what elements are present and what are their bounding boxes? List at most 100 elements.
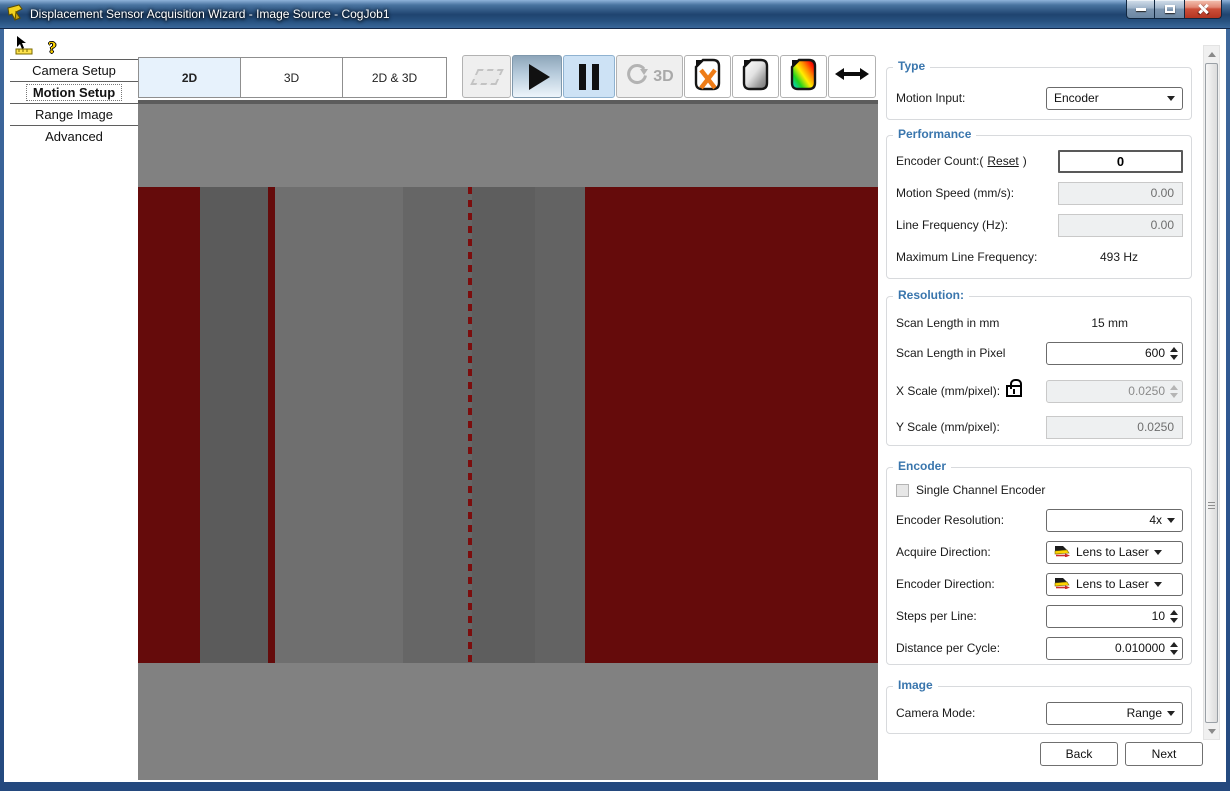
motion-input-label: Motion Input: bbox=[896, 91, 965, 105]
window-controls bbox=[1126, 0, 1222, 19]
image-stripe bbox=[138, 187, 200, 663]
window-content: ? Camera Setup Motion Setup Range Image … bbox=[4, 29, 1226, 782]
sidebar-item-camera-setup[interactable]: Camera Setup bbox=[10, 59, 138, 81]
maximize-button[interactable] bbox=[1155, 0, 1184, 19]
play-icon bbox=[529, 64, 550, 90]
encoder-group: Encoder Single Channel Encoder Encoder R… bbox=[886, 467, 1192, 665]
performance-group-heading: Performance bbox=[893, 127, 976, 141]
motion-speed-label: Motion Speed (mm/s): bbox=[896, 186, 1014, 200]
image-stripe bbox=[472, 187, 535, 663]
viewport-bottom-band bbox=[138, 663, 878, 780]
y-scale-label: Y Scale (mm/pixel): bbox=[896, 420, 1000, 434]
tab-2d[interactable]: 2D bbox=[138, 57, 241, 98]
sidebar-item-advanced[interactable]: Advanced bbox=[10, 125, 138, 147]
scrollbar-thumb[interactable] bbox=[1205, 63, 1218, 723]
lock-icon[interactable] bbox=[1006, 385, 1022, 397]
single-channel-checkbox[interactable] bbox=[896, 484, 909, 497]
x-scale-label: X Scale (mm/pixel): bbox=[896, 384, 1000, 398]
distance-per-cycle-input[interactable] bbox=[1055, 641, 1165, 655]
x-scale-input bbox=[1055, 384, 1165, 398]
sensor-wizard-icon bbox=[7, 4, 26, 27]
encoder-group-heading: Encoder bbox=[893, 459, 951, 473]
steps-per-line-spinner[interactable] bbox=[1046, 605, 1183, 628]
maximize-icon bbox=[1165, 5, 1175, 13]
motion-speed-field: 0.00 bbox=[1058, 182, 1183, 205]
scroll-down-icon[interactable] bbox=[1204, 723, 1219, 739]
close-button[interactable] bbox=[1184, 0, 1222, 19]
dropdown-caret-icon bbox=[1167, 96, 1175, 101]
camera-mode-dropdown[interactable]: Range bbox=[1046, 702, 1183, 725]
dropdown-caret-icon bbox=[1167, 518, 1175, 523]
sidebar-toolbar: ? bbox=[14, 35, 57, 60]
page-grayscale-icon bbox=[742, 58, 769, 96]
steps-per-line-label: Steps per Line: bbox=[896, 609, 977, 623]
resolution-group: Resolution: Scan Length in mm 15 mm Scan… bbox=[886, 296, 1192, 446]
image-grayscale-button[interactable] bbox=[732, 55, 779, 98]
y-scale-field: 0.0250 bbox=[1046, 416, 1183, 439]
window-title: Displacement Sensor Acquisition Wizard -… bbox=[30, 7, 390, 21]
image-group-heading: Image bbox=[893, 678, 938, 692]
minimize-button[interactable] bbox=[1126, 0, 1155, 19]
image-stripe bbox=[268, 187, 275, 663]
lens-to-laser-icon bbox=[1054, 577, 1071, 592]
close-icon bbox=[1197, 3, 1209, 15]
page-discard-icon bbox=[694, 58, 721, 96]
performance-group: Performance Encoder Count:( Reset ) Moti… bbox=[886, 135, 1192, 279]
reset-link[interactable]: Reset bbox=[987, 154, 1018, 168]
acquire-direction-dropdown[interactable]: Lens to Laser bbox=[1046, 541, 1183, 564]
fit-width-button[interactable] bbox=[828, 55, 876, 98]
encoder-direction-dropdown[interactable]: Lens to Laser bbox=[1046, 573, 1183, 596]
play-button[interactable] bbox=[512, 55, 562, 98]
double-arrow-icon bbox=[835, 66, 869, 87]
steps-per-line-input[interactable] bbox=[1055, 609, 1165, 623]
sidebar-item-motion-setup[interactable]: Motion Setup bbox=[10, 81, 138, 103]
pause-icon bbox=[579, 64, 599, 90]
line-frequency-label: Line Frequency (Hz): bbox=[896, 218, 1008, 232]
region-select-button bbox=[462, 55, 511, 98]
image-viewport[interactable] bbox=[138, 104, 878, 780]
next-button[interactable]: Next bbox=[1125, 742, 1203, 766]
dropdown-caret-icon bbox=[1154, 550, 1162, 555]
spinner-arrows-icon[interactable] bbox=[1170, 610, 1178, 623]
lens-to-laser-icon bbox=[1054, 545, 1071, 560]
refresh-3d-label: 3D bbox=[653, 68, 673, 86]
back-button[interactable]: Back bbox=[1040, 742, 1118, 766]
pause-button[interactable] bbox=[563, 55, 615, 98]
image-discard-button[interactable] bbox=[684, 55, 731, 98]
image-stripe bbox=[403, 187, 468, 663]
type-group: Type Motion Input: Encoder bbox=[886, 67, 1192, 120]
acquire-direction-label: Acquire Direction: bbox=[896, 545, 991, 559]
tab-2d-and-3d[interactable]: 2D & 3D bbox=[342, 57, 447, 98]
stripe-band bbox=[138, 187, 878, 663]
tab-3d[interactable]: 3D bbox=[240, 57, 343, 98]
scan-length-pixel-input[interactable] bbox=[1055, 346, 1165, 360]
motion-input-dropdown[interactable]: Encoder bbox=[1046, 87, 1183, 110]
single-channel-label: Single Channel Encoder bbox=[916, 483, 1045, 497]
scroll-up-icon[interactable] bbox=[1204, 46, 1219, 62]
encoder-direction-label: Encoder Direction: bbox=[896, 577, 995, 591]
dropdown-caret-icon bbox=[1167, 711, 1175, 716]
help-icon[interactable]: ? bbox=[48, 39, 57, 57]
distance-per-cycle-spinner[interactable] bbox=[1046, 637, 1183, 660]
spinner-arrows-icon[interactable] bbox=[1170, 347, 1178, 360]
encoder-count-input[interactable] bbox=[1058, 150, 1183, 173]
scan-length-mm-value: 15 mm bbox=[1091, 316, 1128, 330]
image-stripe bbox=[585, 187, 878, 663]
resolution-group-heading: Resolution: bbox=[893, 288, 969, 302]
dropdown-caret-icon bbox=[1154, 582, 1162, 587]
viewport-top-band bbox=[138, 104, 878, 187]
scrollbar-grip-icon bbox=[1208, 502, 1215, 510]
encoder-count-label: Encoder Count:( bbox=[896, 154, 983, 168]
encoder-resolution-dropdown[interactable]: 4x bbox=[1046, 509, 1183, 532]
minimize-icon bbox=[1136, 8, 1146, 11]
encoder-count-paren: ) bbox=[1023, 154, 1027, 168]
image-colormap-button[interactable] bbox=[780, 55, 827, 98]
sidebar-item-range-image[interactable]: Range Image bbox=[10, 103, 138, 125]
image-stripe bbox=[535, 187, 585, 663]
panel-scrollbar[interactable] bbox=[1203, 45, 1220, 740]
scan-length-pixel-spinner[interactable] bbox=[1046, 342, 1183, 365]
wizard-window: Displacement Sensor Acquisition Wizard -… bbox=[0, 0, 1230, 791]
image-stripe bbox=[200, 187, 268, 663]
spinner-arrows-icon[interactable] bbox=[1170, 642, 1178, 655]
measure-cursor-icon[interactable] bbox=[14, 35, 34, 60]
